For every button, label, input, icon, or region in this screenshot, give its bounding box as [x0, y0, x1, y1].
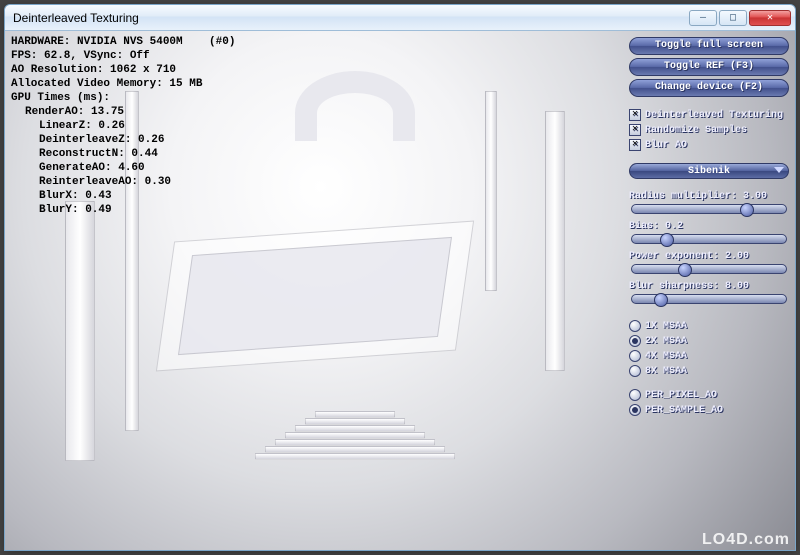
slider-thumb[interactable]: [678, 263, 692, 277]
stat-generate-ao: GenerateAO: 4.60: [11, 161, 235, 175]
checkbox-icon: ✕: [629, 139, 641, 151]
radio-icon: [629, 320, 641, 332]
viewport-3d[interactable]: HARDWARE: NVIDIA NVS 5400M (#0) FPS: 62.…: [5, 31, 795, 550]
control-panel: Toggle full screen Toggle REF (F3) Chang…: [629, 37, 789, 416]
radio-icon: [629, 365, 641, 377]
radio-per-sample-ao[interactable]: PER_SAMPLE_AO: [629, 404, 789, 416]
radio-label: 2X MSAA: [645, 336, 687, 347]
radio-msaa-2x[interactable]: 2X MSAA: [629, 335, 789, 347]
radio-label: 4X MSAA: [645, 351, 687, 362]
radio-label: 8X MSAA: [645, 366, 687, 377]
slider-track[interactable]: [631, 294, 787, 304]
slider-track[interactable]: [631, 264, 787, 274]
checkbox-label: Randomize Samples: [645, 125, 747, 136]
radio-icon: [629, 404, 641, 416]
stat-reinterleave-ao: ReinterleaveAO: 0.30: [11, 175, 235, 189]
slider-label: Blur sharpness: 8.00: [629, 281, 789, 292]
stat-deinterleave-z: DeinterleaveZ: 0.26: [11, 133, 235, 147]
scene-stairs: [255, 411, 455, 460]
radio-icon: [629, 389, 641, 401]
slider-power: Power exponent: 2.00: [629, 251, 789, 278]
stat-hardware: HARDWARE: NVIDIA NVS 5400M (#0): [11, 35, 235, 49]
checkbox-label: Blur AO: [645, 140, 687, 151]
stat-gpu-header: GPU Times (ms):: [11, 91, 235, 105]
checkbox-randomize[interactable]: ✕ Randomize Samples: [629, 124, 789, 136]
scene-column: [65, 201, 95, 461]
slider-track[interactable]: [631, 204, 787, 214]
stat-blur-y: BlurY: 0.49: [11, 203, 235, 217]
scene-dropdown[interactable]: Sibenik: [629, 163, 789, 179]
radio-per-pixel-ao[interactable]: PER_PIXEL_AO: [629, 389, 789, 401]
checkbox-deinterleaved[interactable]: ✕ Deinterleaved Texturing: [629, 109, 789, 121]
slider-label: Bias: 0.2: [629, 221, 789, 232]
stat-fps: FPS: 62.8, VSync: Off: [11, 49, 235, 63]
radio-icon: [629, 335, 641, 347]
slider-thumb[interactable]: [654, 293, 668, 307]
scene-column: [545, 111, 565, 371]
radio-label: PER_PIXEL_AO: [645, 390, 717, 401]
chevron-down-icon: [774, 167, 784, 173]
slider-thumb[interactable]: [740, 203, 754, 217]
stat-linear-z: LinearZ: 0.26: [11, 119, 235, 133]
checkbox-label: Deinterleaved Texturing: [645, 110, 783, 121]
stat-reconstruct-n: ReconstructN: 0.44: [11, 147, 235, 161]
slider-sharpness: Blur sharpness: 8.00: [629, 281, 789, 308]
checkbox-icon: ✕: [629, 109, 641, 121]
slider-label: Radius multiplier: 3.00: [629, 191, 789, 202]
minimize-button[interactable]: —: [689, 10, 717, 26]
radio-msaa-4x[interactable]: 4X MSAA: [629, 350, 789, 362]
toggle-ref-button[interactable]: Toggle REF (F3): [629, 58, 789, 76]
radio-label: 1X MSAA: [645, 321, 687, 332]
scene-pool: [178, 237, 452, 355]
maximize-button[interactable]: □: [719, 10, 747, 26]
close-button[interactable]: ✕: [749, 10, 791, 26]
radio-msaa-8x[interactable]: 8X MSAA: [629, 365, 789, 377]
scene-column: [485, 91, 497, 291]
toggle-fullscreen-button[interactable]: Toggle full screen: [629, 37, 789, 55]
radio-msaa-1x[interactable]: 1X MSAA: [629, 320, 789, 332]
dropdown-value: Sibenik: [688, 166, 730, 177]
slider-track[interactable]: [631, 234, 787, 244]
watermark: LO4D.com: [702, 531, 790, 549]
scene-arch: [295, 71, 415, 141]
radio-label: PER_SAMPLE_AO: [645, 405, 723, 416]
slider-bias: Bias: 0.2: [629, 221, 789, 248]
app-window: Deinterleaved Texturing — □ ✕ HARDWARE: …: [4, 4, 796, 551]
stat-render-ao: RenderAO: 13.75: [11, 105, 235, 119]
stats-overlay: HARDWARE: NVIDIA NVS 5400M (#0) FPS: 62.…: [11, 35, 235, 217]
slider-radius: Radius multiplier: 3.00: [629, 191, 789, 218]
stat-ao-resolution: AO Resolution: 1062 x 710: [11, 63, 235, 77]
change-device-button[interactable]: Change device (F2): [629, 79, 789, 97]
stat-blur-x: BlurX: 0.43: [11, 189, 235, 203]
slider-thumb[interactable]: [660, 233, 674, 247]
slider-label: Power exponent: 2.00: [629, 251, 789, 262]
titlebar[interactable]: Deinterleaved Texturing — □ ✕: [5, 5, 795, 31]
window-title: Deinterleaved Texturing: [13, 11, 687, 25]
checkbox-blur-ao[interactable]: ✕ Blur AO: [629, 139, 789, 151]
radio-icon: [629, 350, 641, 362]
checkbox-icon: ✕: [629, 124, 641, 136]
stat-video-memory: Allocated Video Memory: 15 MB: [11, 77, 235, 91]
